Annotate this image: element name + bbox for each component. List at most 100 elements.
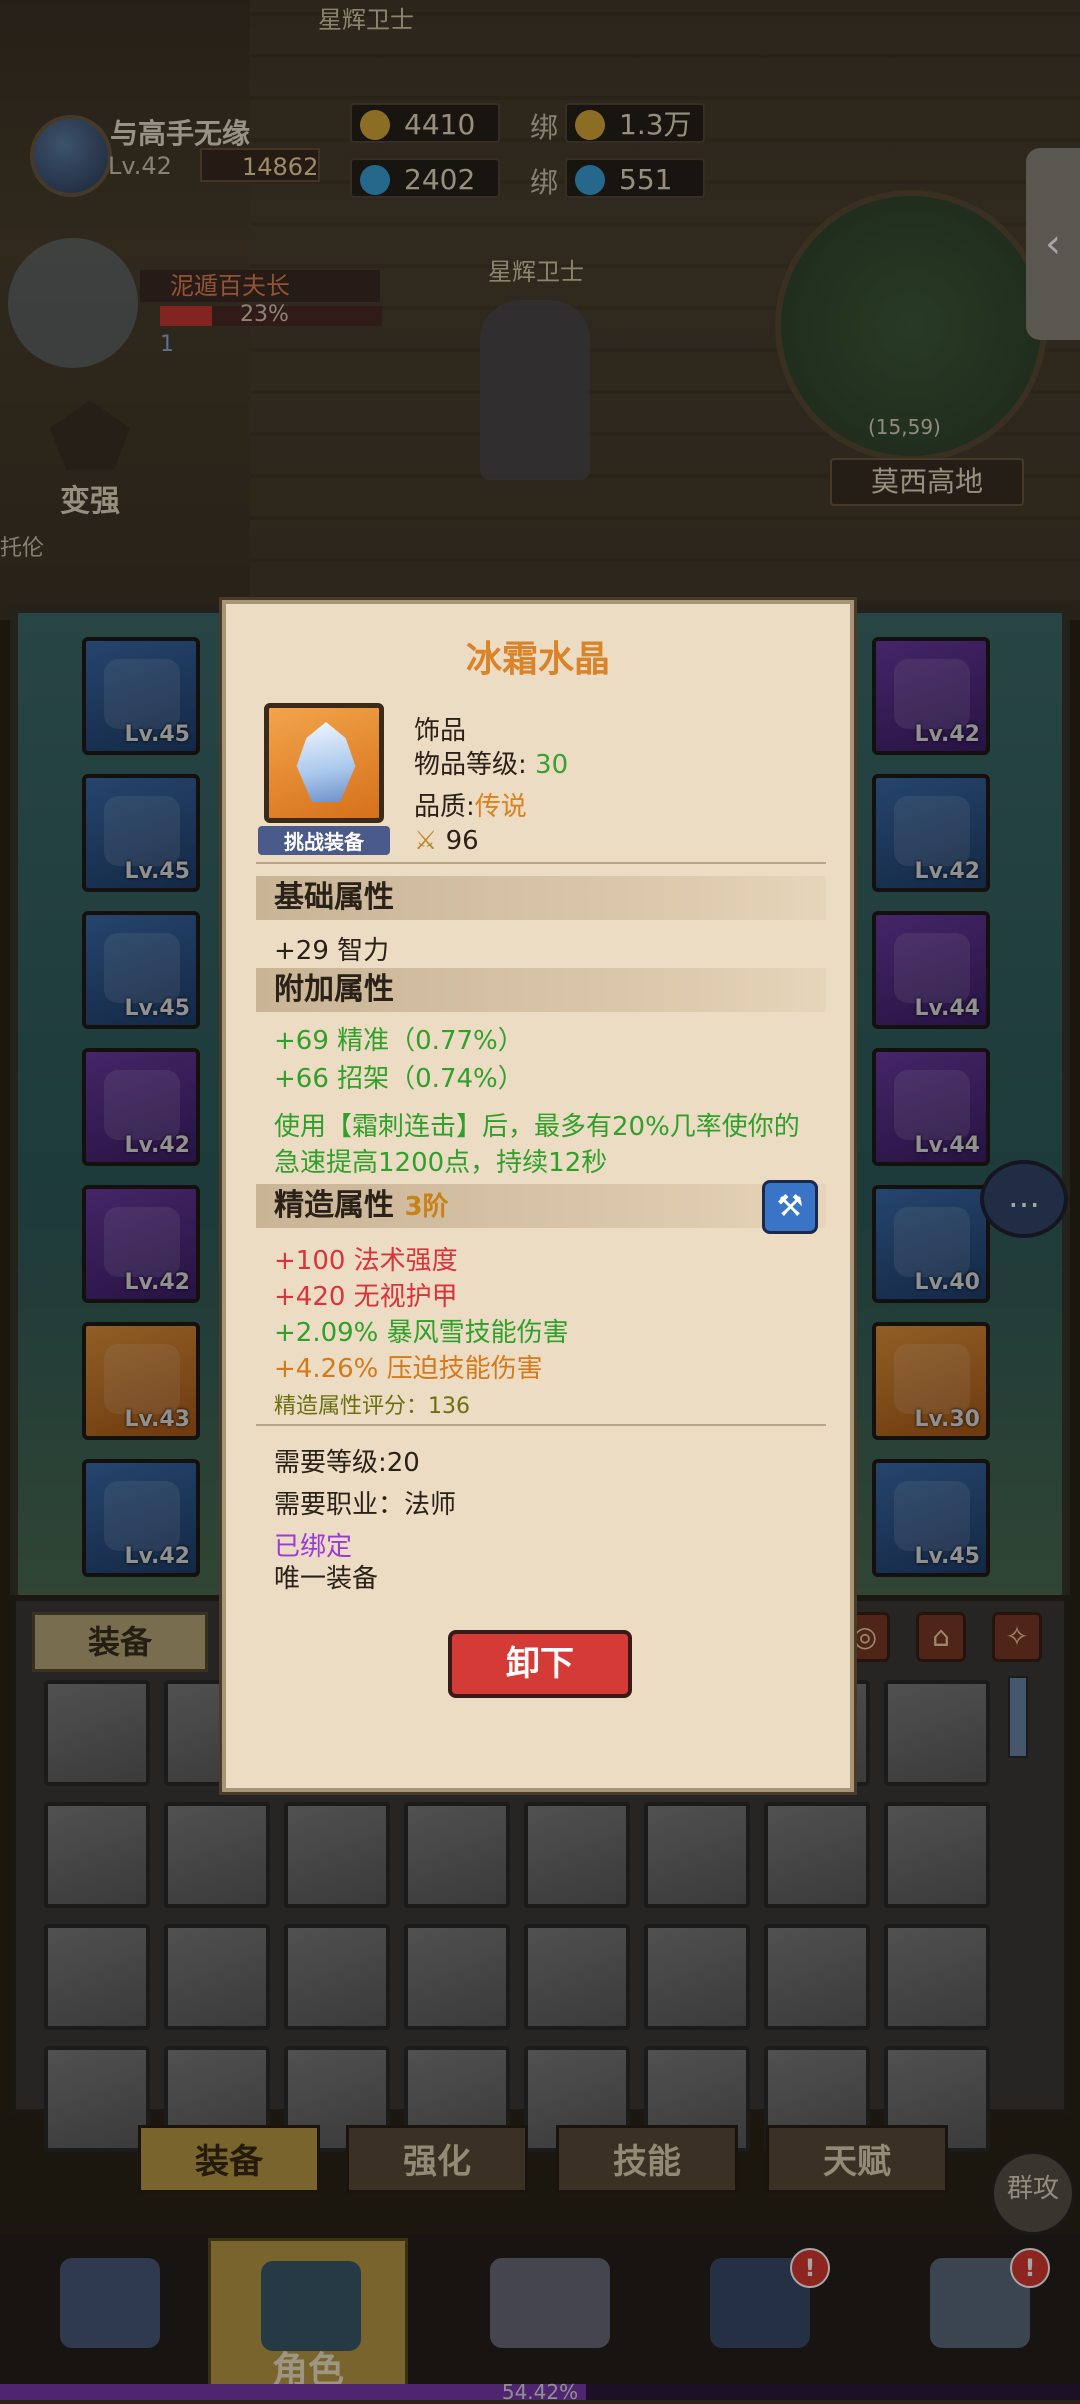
forge-attributes-header: 精造属性 3阶 bbox=[256, 1184, 826, 1228]
forge-score: 精造属性评分：136 bbox=[274, 1394, 470, 1419]
nav-character[interactable]: 角色 bbox=[208, 2238, 408, 2391]
experience-percent: 54.42% bbox=[501, 2380, 579, 2404]
inventory-cell[interactable] bbox=[44, 1802, 150, 1908]
inventory-cell[interactable] bbox=[404, 1802, 510, 1908]
item-score: 96 bbox=[445, 826, 479, 856]
equipment-icon bbox=[894, 933, 970, 1003]
forge-stat-blizzard: +2.09% 暴风雪技能伤害 bbox=[274, 1318, 569, 1348]
inventory-cell[interactable] bbox=[44, 1680, 150, 1786]
inventory-cell[interactable] bbox=[644, 1924, 750, 2030]
strengthen-icon bbox=[50, 400, 130, 470]
inventory-cell[interactable] bbox=[44, 2046, 150, 2152]
item-icon bbox=[264, 703, 384, 823]
inventory-cell[interactable] bbox=[524, 1924, 630, 2030]
equipment-slot[interactable]: Lv.42 bbox=[872, 774, 990, 892]
inventory-tab-equipment[interactable]: 装备 bbox=[32, 1612, 208, 1672]
player-avatar[interactable] bbox=[30, 115, 112, 197]
gold-coin-icon bbox=[575, 110, 605, 140]
group-attack-button[interactable]: 群攻 bbox=[990, 2150, 1076, 2236]
item-name: 冰霜水晶 bbox=[465, 639, 610, 680]
inventory-cell[interactable] bbox=[884, 1802, 990, 1908]
forge-hammer-button[interactable]: ⚒ bbox=[762, 1180, 818, 1234]
collapse-panel-button[interactable]: ‹ bbox=[1026, 148, 1080, 340]
player-name: 与高手无缘 bbox=[110, 117, 251, 150]
inventory-cell[interactable] bbox=[44, 1924, 150, 2030]
equipment-slot[interactable]: Lv.45 bbox=[872, 1459, 990, 1577]
equipment-slot[interactable]: Lv.42 bbox=[82, 1185, 200, 1303]
clean-broom-icon[interactable]: ✧ bbox=[992, 1612, 1042, 1662]
equipment-slot[interactable]: Lv.44 bbox=[872, 911, 990, 1029]
equipment-slot[interactable]: Lv.42 bbox=[82, 1459, 200, 1577]
equipment-icon bbox=[104, 1070, 180, 1140]
equipment-slot[interactable]: Lv.42 bbox=[872, 637, 990, 755]
inventory-cell[interactable] bbox=[884, 1924, 990, 2030]
extra-attributes-header: 附加属性 bbox=[256, 968, 826, 1012]
inventory-scrollbar[interactable] bbox=[1008, 1676, 1028, 1758]
nav-backpack[interactable] bbox=[10, 2238, 210, 2388]
inventory-cell[interactable] bbox=[764, 1802, 870, 1908]
inventory-cell[interactable] bbox=[524, 1802, 630, 1908]
extra-stat-parry: +66 招架（0.74%） bbox=[274, 1064, 524, 1094]
bound-gem-value: 551 bbox=[619, 163, 673, 196]
base-stat: +29 智力 bbox=[274, 936, 390, 966]
tab-skills[interactable]: 技能 bbox=[556, 2125, 738, 2193]
inventory-cell[interactable] bbox=[164, 1924, 270, 2030]
gem-counter[interactable]: 2402 bbox=[350, 158, 500, 198]
inventory-cell[interactable] bbox=[164, 1802, 270, 1908]
item-quality-value: 传说 bbox=[474, 792, 527, 822]
quest-tracker-icon[interactable] bbox=[8, 238, 138, 368]
strengthen-label: 变强 bbox=[60, 484, 120, 519]
score-swords-icon: ⚔ bbox=[414, 826, 438, 856]
equipment-slot[interactable]: Lv.30 bbox=[872, 1322, 990, 1440]
inventory-cell[interactable] bbox=[404, 1924, 510, 2030]
equipment-slot[interactable]: Lv.44 bbox=[872, 1048, 990, 1166]
equipment-slot[interactable]: Lv.45 bbox=[82, 911, 200, 1029]
slot-level: Lv.30 bbox=[914, 1407, 980, 1432]
npc-name: 星辉卫士 bbox=[488, 258, 584, 286]
divider bbox=[256, 862, 826, 864]
castle-alert-badge: ! bbox=[1010, 2248, 1050, 2288]
equipment-slot[interactable]: Lv.43 bbox=[82, 1322, 200, 1440]
gold-value: 4410 bbox=[404, 108, 476, 141]
inventory-cell[interactable] bbox=[284, 1924, 390, 2030]
tab-equipment[interactable]: 装备 bbox=[138, 2125, 320, 2193]
inventory-cell[interactable] bbox=[644, 1802, 750, 1908]
item-level-value: 30 bbox=[535, 750, 569, 780]
equipment-slot[interactable]: Lv.42 bbox=[82, 1048, 200, 1166]
strengthen-button[interactable]: 变强 bbox=[40, 400, 140, 519]
unequip-button[interactable]: 卸下 bbox=[448, 1630, 632, 1698]
equipment-icon bbox=[894, 1344, 970, 1414]
bound-gold-value: 1.3万 bbox=[619, 108, 692, 141]
inventory-cell[interactable] bbox=[284, 1802, 390, 1908]
forge-stat-armor-pen: +420 无视护甲 bbox=[274, 1282, 458, 1312]
forge-header-label: 精造属性 bbox=[274, 1188, 394, 1223]
equipment-slot[interactable]: Lv.45 bbox=[82, 774, 200, 892]
character-icon bbox=[261, 2261, 361, 2351]
forge-stat-oppression: +4.26% 压迫技能伤害 bbox=[274, 1354, 543, 1384]
nav-battle[interactable] bbox=[440, 2238, 640, 2388]
equipment-icon bbox=[104, 933, 180, 1003]
knight-npc[interactable] bbox=[480, 300, 590, 480]
base-attributes-header: 基础属性 bbox=[256, 876, 826, 920]
tab-talents[interactable]: 天赋 bbox=[766, 2125, 948, 2193]
bound-gem-label: 绑 bbox=[530, 166, 559, 199]
quest-title[interactable]: 泥遁百夫长 bbox=[140, 270, 380, 302]
bound-gold-counter[interactable]: 1.3万 bbox=[565, 103, 705, 143]
nav-castle[interactable]: ! bbox=[880, 2238, 1080, 2388]
inventory-cell[interactable] bbox=[884, 1680, 990, 1786]
slot-level: Lv.45 bbox=[914, 1544, 980, 1569]
equipment-slot[interactable]: Lv.40 bbox=[872, 1185, 990, 1303]
gold-counter[interactable]: 4410 bbox=[350, 103, 500, 143]
equipment-slot[interactable]: Lv.45 bbox=[82, 637, 200, 755]
warehouse-icon[interactable]: ⌂ bbox=[916, 1612, 966, 1662]
unique-equipment: 唯一装备 bbox=[274, 1564, 379, 1594]
chat-button[interactable]: … bbox=[980, 1160, 1068, 1238]
hammer-icon: ⚒ bbox=[776, 1189, 804, 1224]
tab-enhance[interactable]: 强化 bbox=[346, 2125, 528, 2193]
slot-level: Lv.45 bbox=[124, 996, 190, 1021]
bound-gem-counter[interactable]: 551 bbox=[565, 158, 705, 198]
nav-guild[interactable]: ! bbox=[660, 2238, 860, 2388]
inventory-cell[interactable] bbox=[764, 1924, 870, 2030]
slot-level: Lv.44 bbox=[914, 1133, 980, 1158]
effect-line-1: 使用【霜刺连击】后，最多有20%几率使你的 bbox=[274, 1112, 800, 1142]
